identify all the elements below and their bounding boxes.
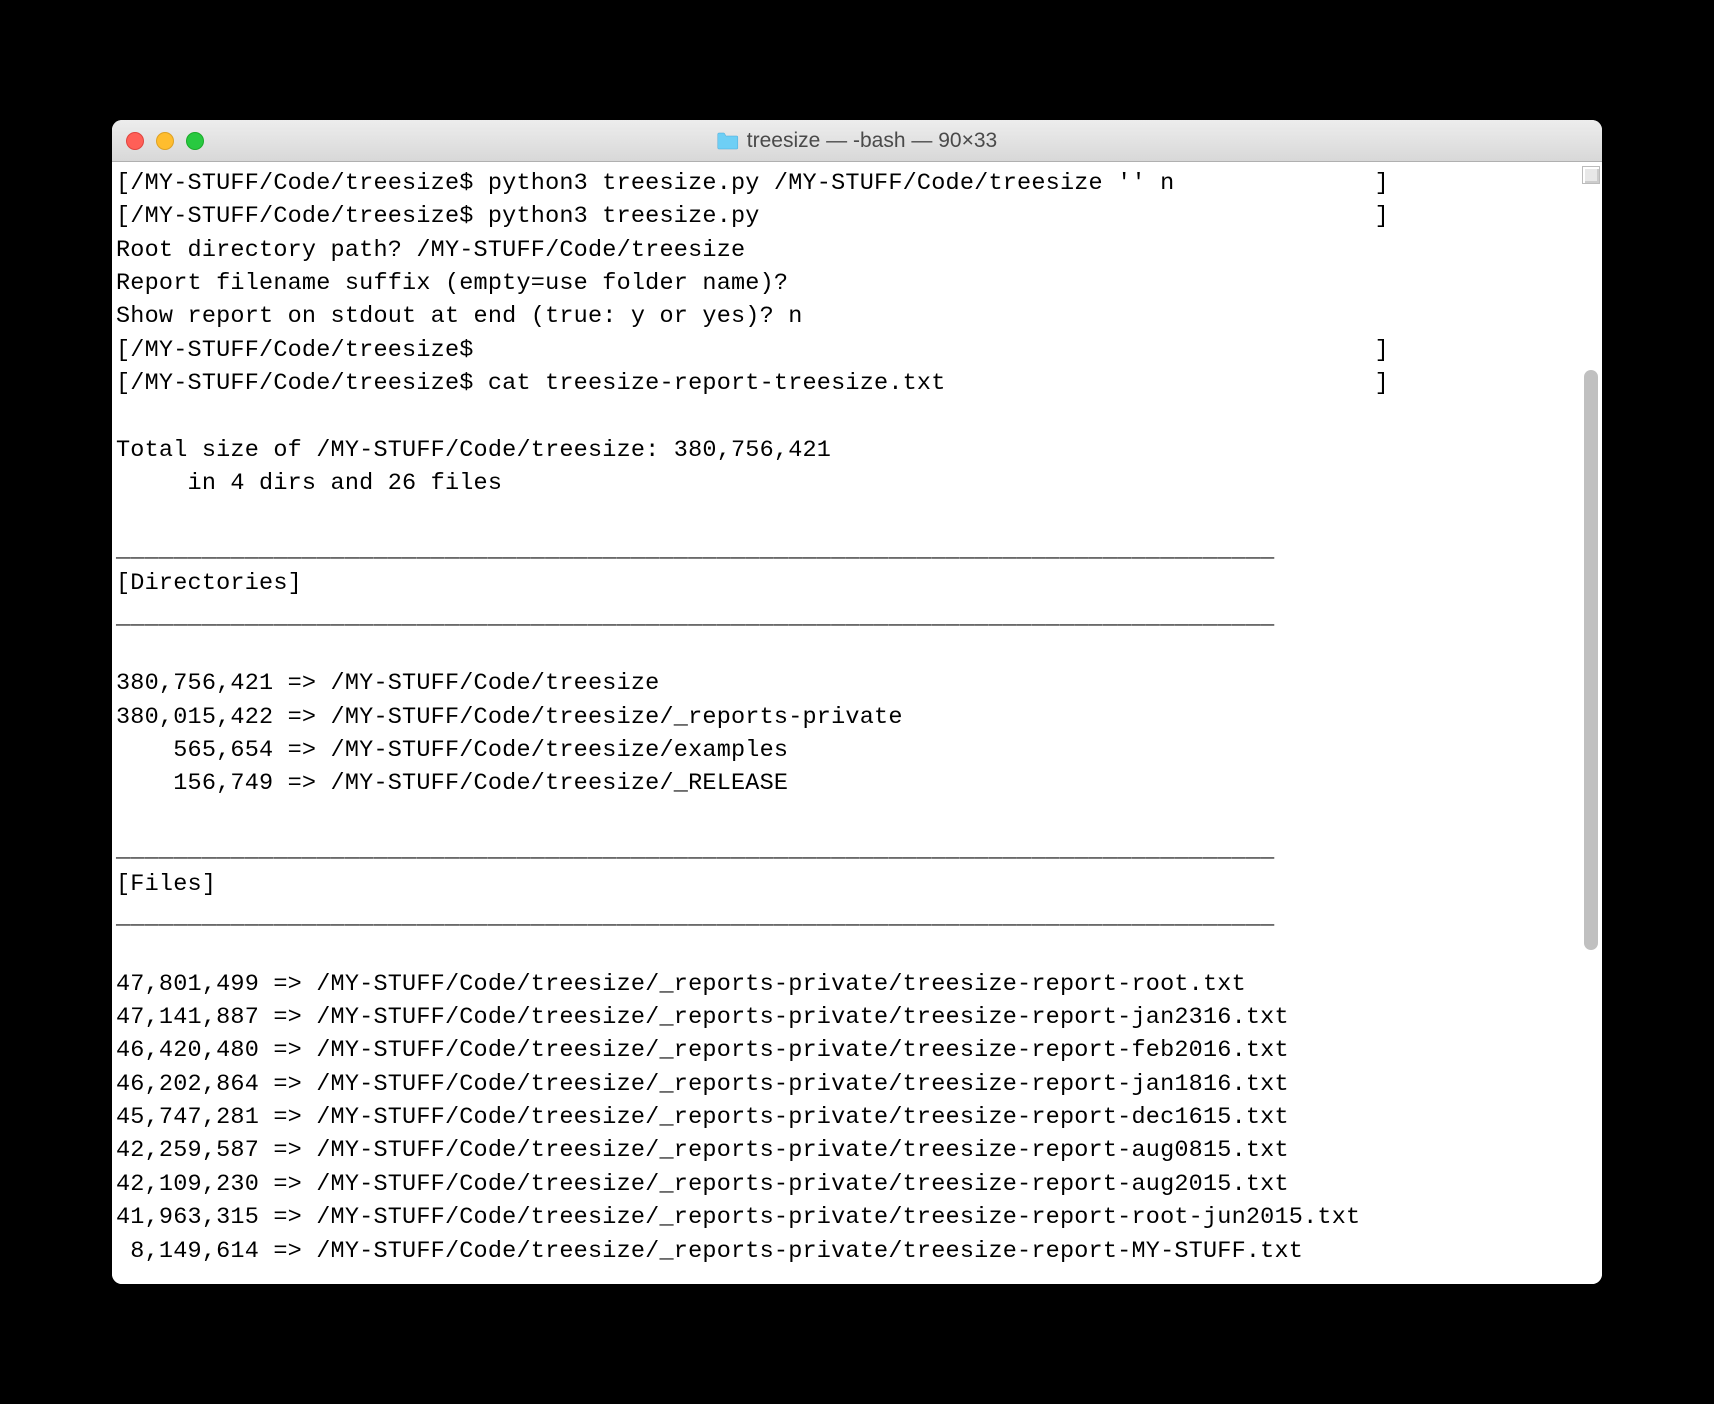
window-title-area: treesize — -bash — 90×33 (717, 129, 997, 153)
folder-icon (717, 132, 739, 150)
close-button[interactable] (126, 132, 144, 150)
terminal-window: treesize — -bash — 90×33 [/MY-STUFF/Code… (112, 120, 1602, 1284)
window-controls (126, 132, 204, 150)
zoom-button[interactable] (186, 132, 204, 150)
scrollbar-thumb[interactable] (1584, 370, 1598, 950)
terminal-output[interactable]: [/MY-STUFF/Code/treesize$ python3 treesi… (116, 167, 1598, 1268)
scrollbar-track[interactable] (1582, 170, 1600, 1276)
window-titlebar[interactable]: treesize — -bash — 90×33 (112, 120, 1602, 162)
window-title-text: treesize — -bash — 90×33 (747, 129, 997, 153)
terminal-body[interactable]: [/MY-STUFF/Code/treesize$ python3 treesi… (112, 162, 1602, 1284)
minimize-button[interactable] (156, 132, 174, 150)
